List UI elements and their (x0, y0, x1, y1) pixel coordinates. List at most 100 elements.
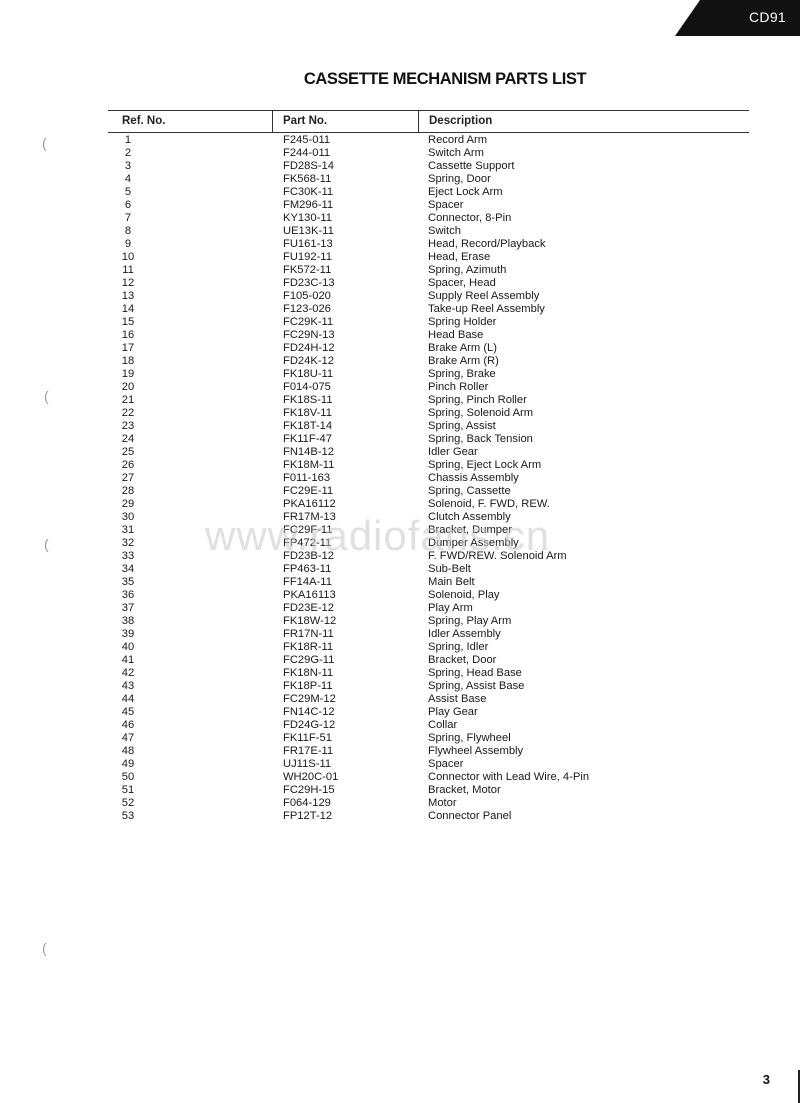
table-row: 12 FD23C-13 Spacer, Head (108, 277, 749, 290)
ref-cell: 21 (121, 394, 135, 406)
ref-cell: 36 (121, 589, 135, 601)
ref-cell: 24 (121, 433, 135, 445)
part-number-cell: FU161-13 (283, 238, 333, 250)
table-row: 42 FK18N-11 Spring, Head Base (108, 667, 749, 680)
description-cell: Spring, Cassette (428, 485, 511, 497)
table-row: 19 FK18U-11 Spring, Brake (108, 368, 749, 381)
ref-cell: 19 (121, 368, 135, 380)
part-number-cell: FK18N-11 (283, 667, 334, 679)
description-cell: Bracket, Door (428, 654, 497, 666)
description-cell: Spring, Idler (428, 641, 489, 653)
description-cell: Spring, Door (428, 173, 491, 185)
description-cell: Spring, Assist (428, 420, 496, 432)
ref-cell: 52 (121, 797, 135, 809)
description-cell: Spring, Azimuth (428, 264, 507, 276)
description-cell: Idler Gear (428, 446, 478, 458)
description-cell: Spring Holder (428, 316, 497, 328)
part-number-cell: FP472-11 (283, 537, 332, 549)
ref-cell: 48 (121, 745, 135, 757)
part-number-cell: FD23B-12 (283, 550, 334, 562)
table-row: 24 FK11F-47 Spring, Back Tension (108, 433, 749, 446)
ref-cell: 31 (121, 524, 135, 536)
part-number-cell: FC29H-15 (283, 784, 335, 796)
ref-cell: 17 (121, 342, 135, 354)
part-number-cell: F245-011 (283, 134, 331, 146)
table-row: 30 FR17M-13 Clutch Assembly (108, 511, 749, 524)
description-cell: Connector with Lead Wire, 4-Pin (428, 771, 590, 783)
page-title: CASSETTE MECHANISM PARTS LIST (303, 70, 587, 88)
description-cell: Chassis Assembly (428, 472, 519, 484)
table-row: 36 PKA16113 Solenoid, Play (108, 589, 749, 602)
part-number-cell: KY130-11 (283, 212, 332, 224)
table-row: 18 FD24K-12 Brake Arm (R) (108, 355, 749, 368)
table-row: 15 FC29K-11 Spring Holder (108, 316, 749, 329)
part-number-cell: F244-011 (283, 147, 331, 159)
table-row: 26 FK18M-11 Spring, Eject Lock Arm (108, 459, 749, 472)
ref-cell: 5 (124, 186, 132, 198)
ref-cell: 1 (124, 134, 132, 146)
ref-cell: 32 (121, 537, 135, 549)
column-header-description: Description (418, 111, 492, 132)
ref-cell: 51 (121, 784, 135, 796)
table-header: Ref. No. Part No. Description (108, 110, 749, 133)
binding-hole-mark: ( (44, 388, 49, 404)
column-header-ref: Ref. No. (122, 115, 166, 127)
table-row: 33 FD23B-12 F. FWD/REW. Solenoid Arm (108, 550, 749, 563)
part-number-cell: FC29M-12 (283, 693, 336, 705)
table-row: 32 FP472-11 Dumper Assembly (108, 537, 749, 550)
table-row: 9 FU161-13 Head, Record/Playback (108, 238, 749, 251)
ref-cell: 28 (121, 485, 135, 497)
table-row: 13 F105-020 Supply Reel Assembly (108, 290, 749, 303)
table-row: 46 FD24G-12 Collar (108, 719, 749, 732)
ref-cell: 39 (121, 628, 135, 640)
description-cell: Spring, Solenoid Arm (428, 407, 534, 419)
model-tab: CD91 (675, 0, 800, 36)
part-number-cell: FK18P-11 (283, 680, 333, 692)
table-row: 53 FP12T-12 Connector Panel (108, 810, 749, 823)
ref-cell: 40 (121, 641, 135, 653)
ref-cell: 41 (121, 654, 135, 666)
table-row: 41 FC29G-11 Bracket, Door (108, 654, 749, 667)
part-number-cell: FF14A-11 (283, 576, 332, 588)
part-number-cell: FC30K-11 (283, 186, 334, 198)
part-number-cell: FK11F-51 (283, 732, 332, 744)
table-row: 47 FK11F-51 Spring, Flywheel (108, 732, 749, 745)
ref-cell: 42 (121, 667, 135, 679)
table-row: 51 FC29H-15 Bracket, Motor (108, 784, 749, 797)
ref-cell: 8 (124, 225, 132, 237)
part-number-cell: FC29E-11 (283, 485, 334, 497)
table-row: 48 FR17E-11 Flywheel Assembly (108, 745, 749, 758)
part-number-cell: FC29F-11 (283, 524, 333, 536)
ref-cell: 46 (121, 719, 135, 731)
table-row: 16 FC29N-13 Head Base (108, 329, 749, 342)
part-number-cell: FN14B-12 (283, 446, 334, 458)
description-cell: Collar (428, 719, 458, 731)
description-cell: Motor (428, 797, 457, 809)
ref-cell: 16 (121, 329, 135, 341)
part-number-cell: FD23C-13 (283, 277, 335, 289)
table-row: 2 F244-011 Switch Arm (108, 147, 749, 160)
part-number-cell: FK18T-14 (283, 420, 333, 432)
description-cell: Spring, Back Tension (428, 433, 533, 445)
ref-cell: 50 (121, 771, 135, 783)
part-number-cell: FC29N-13 (283, 329, 335, 341)
part-number-cell: FN14C-12 (283, 706, 335, 718)
description-cell: Spring, Assist Base (428, 680, 525, 692)
table-row: 37 FD23E-12 Play Arm (108, 602, 749, 615)
ref-cell: 2 (124, 147, 132, 159)
ref-cell: 20 (121, 381, 135, 393)
description-cell: Head, Record/Playback (428, 238, 546, 250)
ref-cell: 38 (121, 615, 135, 627)
part-number-cell: FK18U-11 (283, 368, 334, 380)
description-cell: Switch Arm (428, 147, 484, 159)
table-row: 4 FK568-11 Spring, Door (108, 173, 749, 186)
ref-cell: 35 (121, 576, 135, 588)
ref-cell: 37 (121, 602, 135, 614)
description-cell: Spring, Head Base (428, 667, 522, 679)
ref-cell: 34 (121, 563, 135, 575)
part-number-cell: UJ11S-11 (283, 758, 332, 770)
table-row: 14 F123-026 Take-up Reel Assembly (108, 303, 749, 316)
description-cell: Brake Arm (R) (428, 355, 499, 367)
ref-cell: 13 (121, 290, 135, 302)
table-row: 31 FC29F-11 Bracket, Dumper (108, 524, 749, 537)
